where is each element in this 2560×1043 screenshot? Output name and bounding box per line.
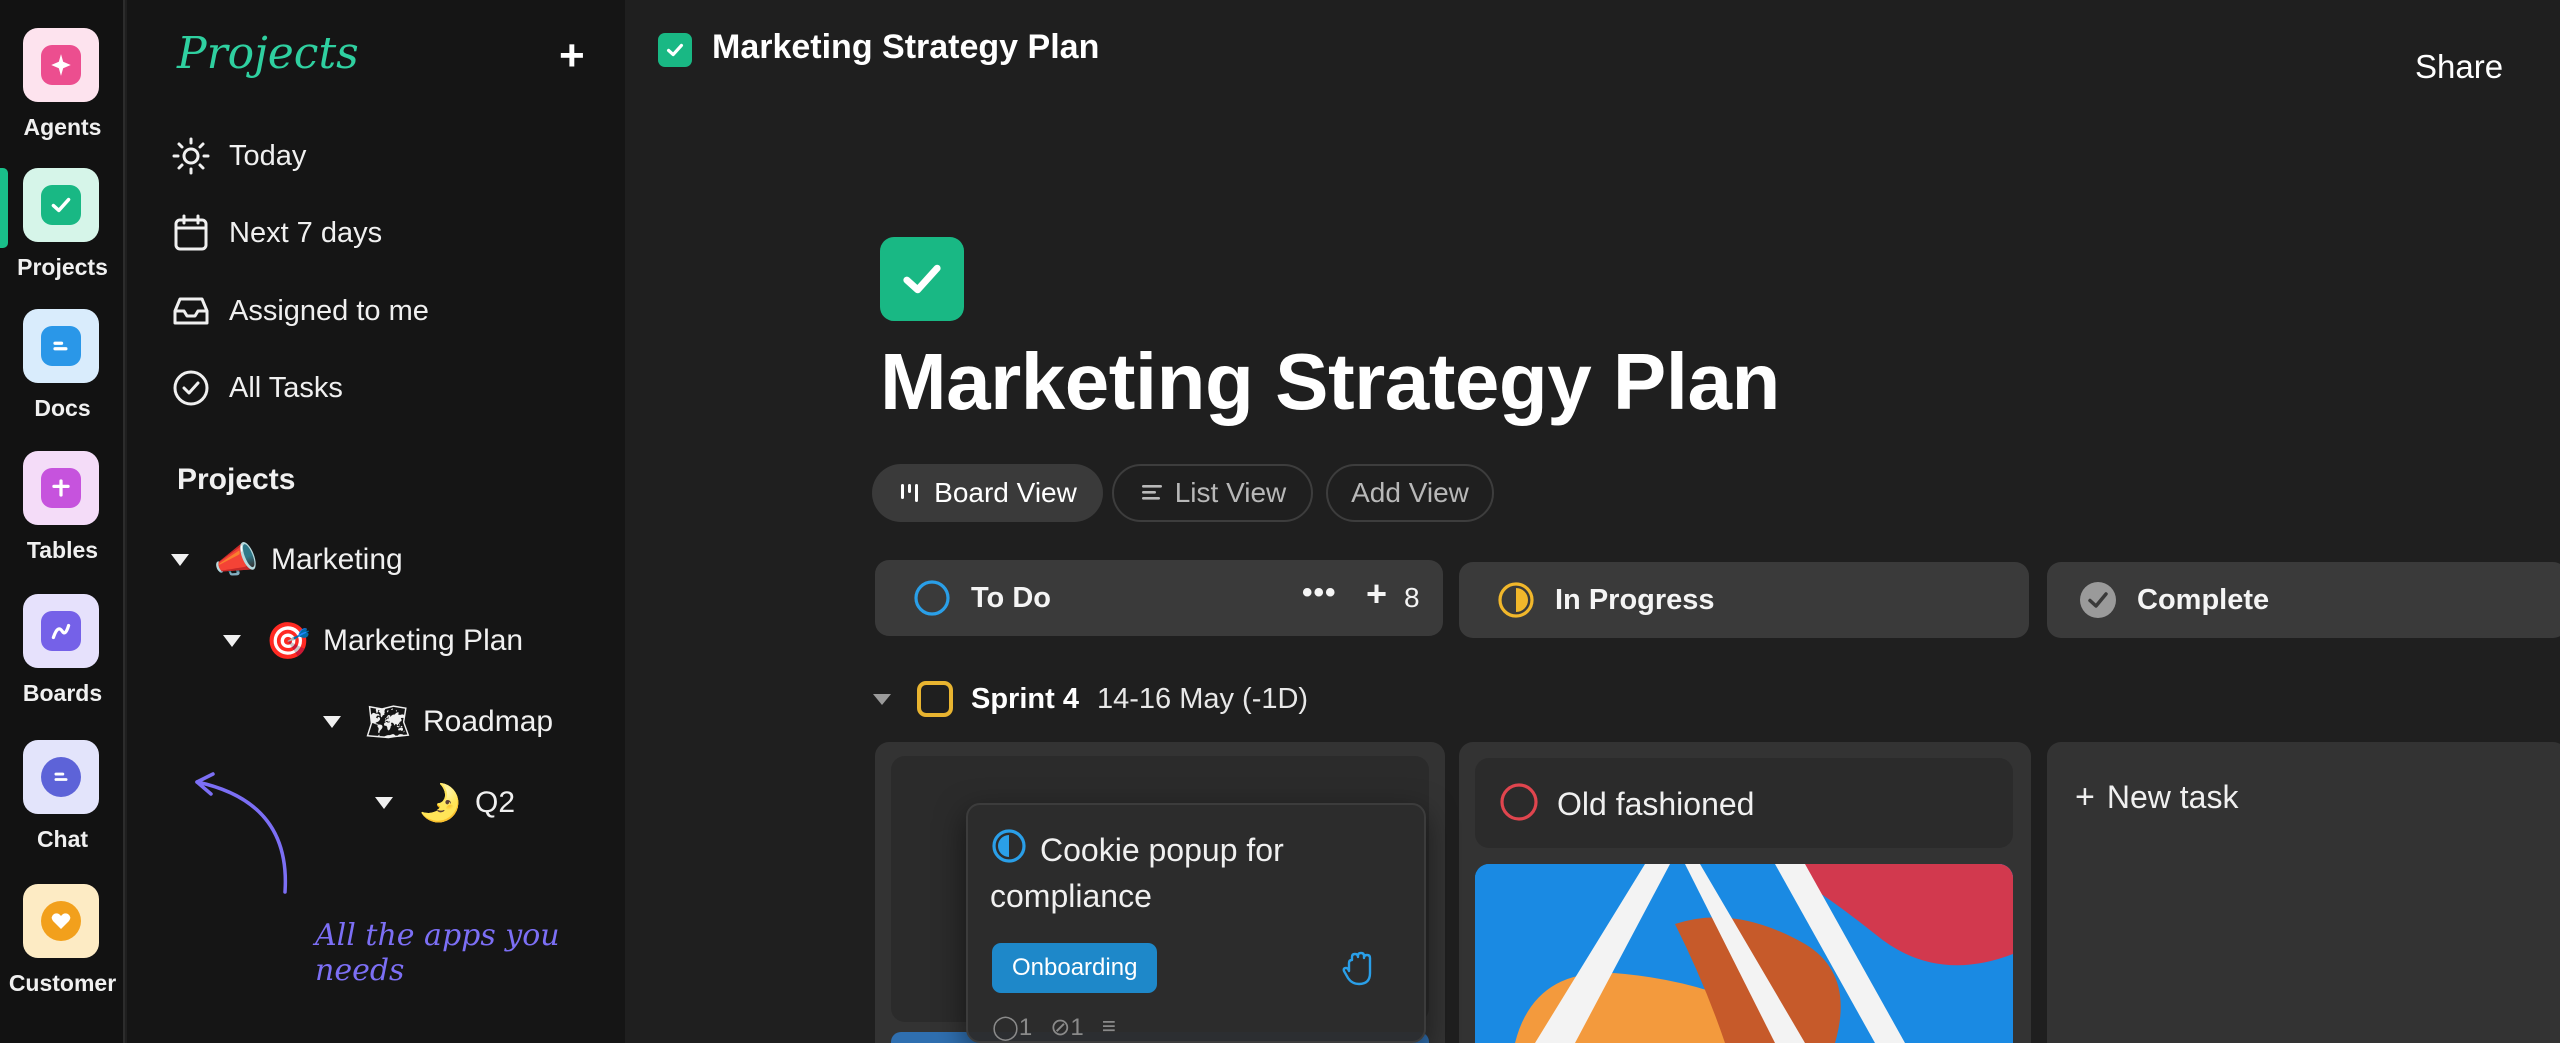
task-meta: ◯1 ⊘1 ≡ — [992, 1013, 1116, 1042]
column-count: 8 — [1404, 582, 1420, 613]
add-task-icon[interactable]: + — [1366, 573, 1387, 615]
header-title: Marketing Strategy Plan — [712, 28, 1100, 66]
rail-label: Chat — [36, 826, 89, 852]
tree-item-marketing-plan[interactable]: 🎯 Marketing Plan — [223, 613, 523, 669]
hand-grab-icon — [1342, 951, 1372, 986]
chevron-down-icon[interactable] — [375, 797, 393, 809]
task-status-icon — [1500, 783, 1538, 821]
project-icon — [880, 237, 964, 321]
new-task-label: New task — [2106, 779, 2239, 815]
column-label: In Progress — [1555, 583, 1715, 616]
nav-item-all-tasks[interactable]: All Tasks — [171, 358, 591, 418]
tab-label: List View — [1174, 477, 1287, 508]
chevron-down-icon[interactable] — [171, 554, 189, 566]
tag-onboarding[interactable]: Onboarding — [992, 943, 1158, 993]
nav-label: Next 7 days — [229, 216, 383, 249]
project-check-icon — [658, 33, 692, 67]
column-header-complete[interactable]: Complete — [2047, 562, 2560, 638]
sprint-name: Sprint 4 — [971, 682, 1079, 715]
nav-label: Today — [229, 139, 307, 172]
attachment-icon: ⊘1 — [1050, 1014, 1084, 1041]
task-card-cookie-popup[interactable]: Cookie popup for compliance Onboarding ◯… — [966, 803, 1426, 1043]
map-icon: 🗺 — [365, 702, 411, 743]
tab-label: Add View — [1351, 477, 1469, 508]
tree-item-roadmap[interactable]: 🗺 Roadmap — [323, 694, 553, 750]
tab-board-view[interactable]: Board View — [872, 464, 1103, 522]
task-title: Old fashioned — [1557, 786, 1755, 822]
column-label: Complete — [2137, 583, 2270, 616]
tree-label: Marketing — [271, 543, 403, 576]
add-project-button[interactable]: + — [559, 28, 585, 84]
chat-bubble-icon — [23, 740, 99, 814]
chevron-down-icon[interactable] — [873, 693, 891, 705]
tree-label: Q2 — [475, 786, 516, 819]
main-content: Marketing Strategy Plan Share Marketing … — [625, 0, 2560, 1043]
task-card-old-fashioned[interactable]: Old fashioned — [1475, 758, 2013, 848]
sprint-dates: 14-16 May (-1D) — [1096, 682, 1309, 715]
tree-item-q2[interactable]: 🌛 Q2 — [375, 775, 515, 831]
in-progress-status-icon — [1498, 582, 1534, 618]
comment-icon: ◯1 — [992, 1014, 1033, 1041]
tree-item-marketing[interactable]: 📣 Marketing — [171, 532, 403, 588]
app-window: Agents Projects Docs Tables Boards Chat … — [0, 0, 2560, 1043]
chevron-down-icon[interactable] — [223, 635, 241, 647]
curved-arrow-icon — [195, 772, 288, 894]
lane-in-progress: Old fashioned — [1459, 742, 2031, 1043]
sprint-icon — [917, 681, 953, 717]
tree-label: Marketing Plan — [323, 624, 524, 657]
sparkles-icon — [23, 28, 99, 102]
todo-status-icon — [914, 580, 950, 616]
nav-label: All Tasks — [229, 371, 343, 404]
board-icon — [901, 484, 919, 502]
nav-item-next-7-days[interactable]: Next 7 days — [171, 203, 591, 263]
projects-sidebar: Projects + Today Next 7 days Assigned to… — [127, 0, 625, 1043]
moon-icon: 🌛 — [417, 783, 463, 824]
sun-icon — [172, 137, 210, 175]
rail-active-indicator — [0, 168, 8, 248]
list-icon — [1141, 485, 1162, 500]
rail-label: Boards — [22, 680, 103, 706]
column-label: To Do — [971, 581, 1051, 614]
more-options-icon[interactable]: ••• — [1302, 576, 1337, 610]
share-button[interactable]: Share — [2415, 48, 2503, 86]
tab-list-view[interactable]: List View — [1112, 464, 1313, 522]
check-circle-icon — [173, 370, 209, 406]
rail-label: Tables — [26, 537, 99, 563]
brush-icon — [23, 594, 99, 668]
document-icon — [23, 309, 99, 383]
column-header-todo[interactable]: To Do ••• + 8 — [875, 560, 1443, 636]
nav-label: Assigned to me — [229, 294, 429, 327]
plus-table-icon — [23, 451, 99, 525]
check-icon — [23, 168, 99, 242]
handwritten-annotation: All the apps you needs — [315, 918, 560, 988]
nav-item-assigned-to-me[interactable]: Assigned to me — [171, 281, 591, 341]
add-view-button[interactable]: Add View — [1326, 464, 1494, 522]
app-rail: Agents Projects Docs Tables Boards Chat … — [0, 0, 125, 1043]
sprint-group-header[interactable]: Sprint 4 14-16 May (-1D) — [873, 676, 1308, 722]
chevron-down-icon[interactable] — [323, 716, 341, 728]
description-icon: ≡ — [1101, 1013, 1116, 1040]
projects-section-title: Projects — [177, 463, 296, 496]
task-title: Cookie popup for compliance — [990, 832, 1284, 914]
tree-label: Roadmap — [423, 705, 554, 738]
complete-status-icon — [2080, 582, 2116, 618]
rail-label: Agents — [23, 114, 102, 140]
inbox-icon — [173, 297, 209, 325]
lane-complete: + New task — [2047, 742, 2560, 1043]
page-title: Marketing Strategy Plan — [880, 337, 1780, 426]
rail-label: Projects — [17, 254, 108, 280]
nav-item-today[interactable]: Today — [171, 126, 591, 186]
rail-label: Customer — [8, 970, 117, 996]
heart-icon — [23, 884, 99, 958]
calendar-icon — [174, 214, 208, 251]
task-cover-image — [1475, 864, 2013, 1043]
target-icon: 🎯 — [265, 621, 311, 662]
rail-label: Docs — [34, 395, 91, 421]
sidebar-title: Projects — [177, 28, 359, 79]
new-task-button[interactable]: + New task — [2075, 778, 2238, 817]
tab-label: Board View — [934, 477, 1077, 508]
megaphone-icon: 📣 — [213, 540, 259, 581]
plus-icon: + — [2075, 778, 2095, 816]
column-header-in-progress[interactable]: In Progress — [1459, 562, 2029, 638]
